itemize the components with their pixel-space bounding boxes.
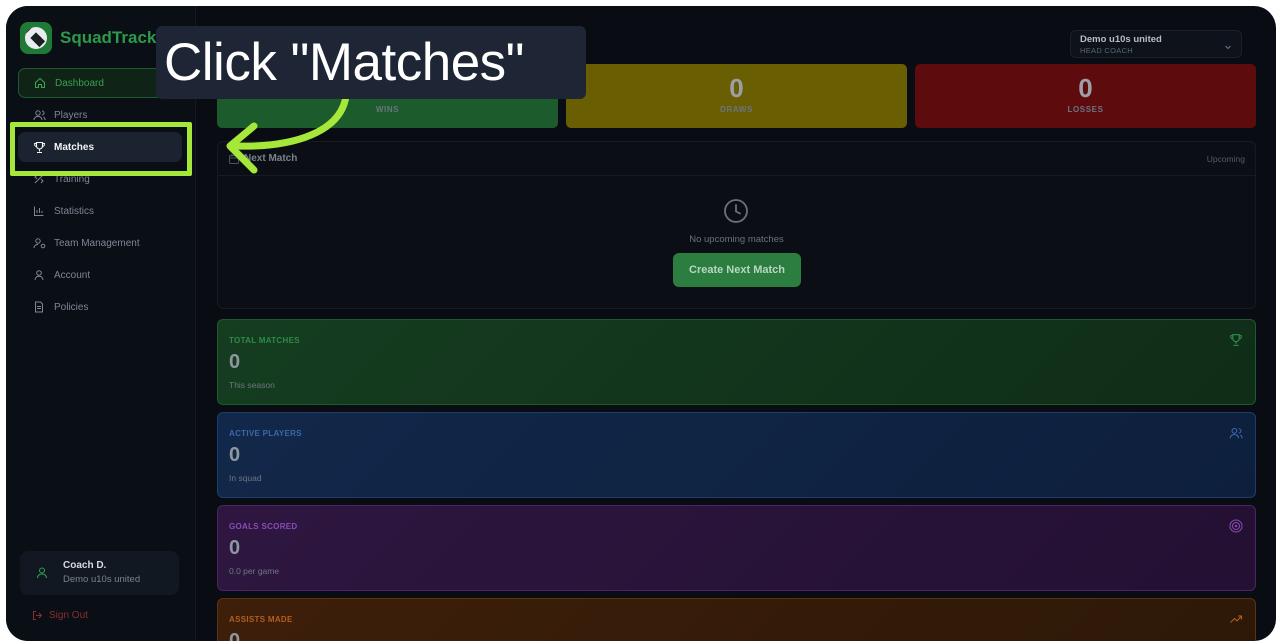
assists-made-card: ASSISTS MADE 0 [217,598,1256,641]
metric-subtext: This season [229,380,275,390]
team-selector[interactable]: Demo u10s united HEAD COACH [1070,30,1242,58]
document-icon [32,300,46,314]
losses-value: 0 [1078,73,1093,103]
sidebar-item-label: Policies [54,301,89,313]
bar-chart-icon [32,204,46,218]
metric-value: 0 [229,351,241,373]
metric-label: ASSISTS MADE [229,615,293,624]
active-players-card: ACTIVE PLAYERS 0 In squad [217,412,1256,498]
user-icon [32,268,46,282]
losses-card: 0 LOSSES [915,64,1256,128]
sign-out-label: Sign Out [49,610,88,621]
draws-label: DRAWS [720,105,753,114]
empty-state-text: No upcoming matches [689,234,784,245]
sidebar-item-label: Team Management [54,237,140,249]
sidebar: SquadTracker Dashboard Players Matches T… [6,6,196,641]
sign-out-button[interactable]: Sign Out [32,610,88,621]
draws-card: 0 DRAWS [566,64,907,128]
sidebar-item-team-management[interactable]: Team Management [18,228,182,258]
metric-label: GOALS SCORED [229,522,298,531]
create-next-match-button[interactable]: Create Next Match [673,253,801,287]
next-match-panel: Next Match Upcoming No upcoming matches … [217,141,1256,309]
chevron-down-icon [1223,39,1233,50]
app-frame: SquadTracker Dashboard Players Matches T… [6,6,1276,641]
pointer-arrow-icon [226,92,350,174]
sidebar-item-label: Statistics [54,205,95,217]
user-card[interactable]: Coach D. Demo u10s united [20,551,179,595]
team-role: HEAD COACH [1080,46,1134,55]
users-icon [1229,426,1243,440]
user-team: Demo u10s united [63,574,141,585]
target-icon [1229,519,1243,533]
user-cog-icon [32,236,46,250]
metric-value: 0 [229,537,241,559]
user-name: Coach D. [63,560,107,571]
total-matches-card: TOTAL MATCHES 0 This season [217,319,1256,405]
team-name: Demo u10s united [1080,34,1162,45]
logo [20,22,52,54]
trend-up-icon [1229,612,1243,626]
home-icon [33,76,47,90]
draws-value: 0 [729,73,744,103]
sidebar-item-policies[interactable]: Policies [18,292,182,322]
sidebar-item-label: Dashboard [55,77,104,89]
sign-out-icon [32,610,43,621]
highlight-box [10,122,192,176]
next-match-header: Next Match Upcoming [218,142,1255,176]
metric-label: ACTIVE PLAYERS [229,429,302,438]
sidebar-item-label: Players [54,109,88,121]
metric-value: 0 [229,630,241,641]
goals-scored-card: GOALS SCORED 0 0.0 per game [217,505,1256,591]
trophy-icon [1229,333,1243,347]
soccer-ball-icon [25,27,47,49]
instruction-callout: Click "Matches" [156,26,586,99]
sidebar-item-account[interactable]: Account [18,260,182,290]
sidebar-item-statistics[interactable]: Statistics [18,196,182,226]
instruction-text: Click "Matches" [164,33,524,92]
user-icon [34,565,50,581]
sidebar-item-label: Account [54,269,91,281]
metric-subtext: In squad [229,473,262,483]
metric-subtext: 0.0 per game [229,566,280,576]
metric-value: 0 [229,444,241,466]
metric-label: TOTAL MATCHES [229,336,300,345]
users-icon [32,108,46,122]
sidebar-nav: Dashboard Players Matches Training Stati… [18,68,182,324]
losses-label: LOSSES [1067,105,1104,114]
next-match-status: Upcoming [1206,154,1245,164]
clock-icon [723,198,749,224]
